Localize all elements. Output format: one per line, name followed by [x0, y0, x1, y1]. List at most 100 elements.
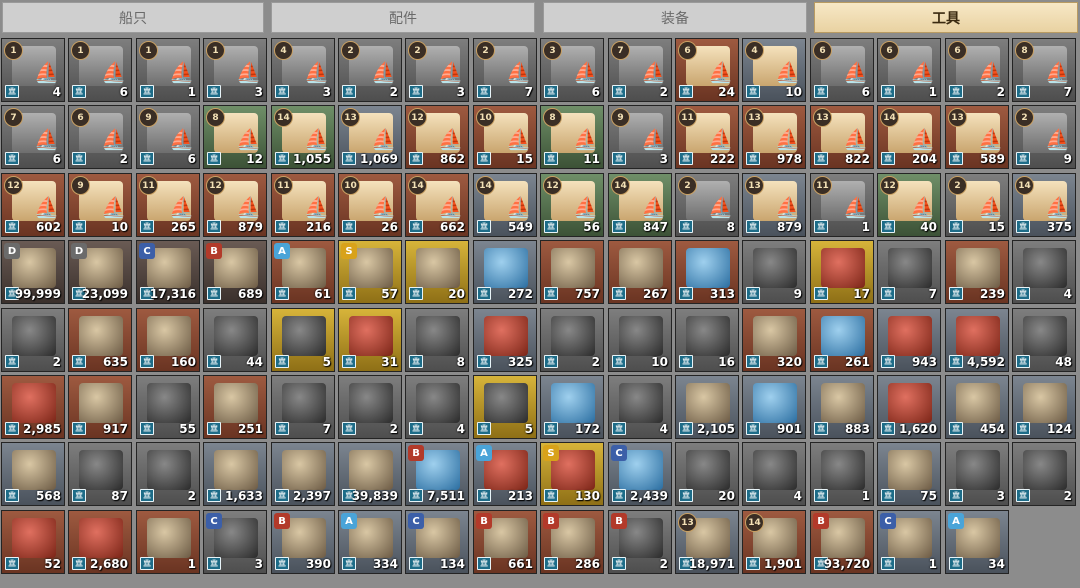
inventory-slot[interactable]: 🏛 267: [608, 240, 672, 304]
inventory-slot[interactable]: 🏛 1: [810, 442, 874, 506]
inventory-slot[interactable]: C 🏛 17,316: [136, 240, 200, 304]
inventory-slot[interactable]: 🏛 87: [68, 442, 132, 506]
inventory-slot[interactable]: B 🏛 286: [540, 510, 604, 574]
inventory-slot[interactable]: ⛵ 11 🏛 222: [675, 105, 739, 169]
tab-equipment[interactable]: 装备: [543, 2, 807, 33]
inventory-slot[interactable]: 🏛 5: [271, 308, 335, 372]
inventory-slot[interactable]: 🏛 325: [473, 308, 537, 372]
inventory-slot[interactable]: C 🏛 1: [877, 510, 941, 574]
inventory-slot[interactable]: ⛵ 7 🏛 6: [1, 105, 65, 169]
inventory-slot[interactable]: 🏛 1: [136, 510, 200, 574]
inventory-slot[interactable]: 🏛 10: [608, 308, 672, 372]
inventory-slot[interactable]: ⛵ 13 🏛 589: [945, 105, 1009, 169]
inventory-slot[interactable]: A 🏛 213: [473, 442, 537, 506]
inventory-slot[interactable]: B 🏛 661: [473, 510, 537, 574]
inventory-slot[interactable]: ⛵ 6 🏛 2: [68, 105, 132, 169]
inventory-slot[interactable]: ⛵ 2 🏛 3: [405, 38, 469, 102]
inventory-slot[interactable]: ⛵ 14 🏛 847: [608, 173, 672, 237]
inventory-slot[interactable]: ⛵ 10 🏛 15: [473, 105, 537, 169]
inventory-slot[interactable]: 🏛 52: [1, 510, 65, 574]
inventory-slot[interactable]: 🏛 2,105: [675, 375, 739, 439]
inventory-slot[interactable]: ⛵ 2 🏛 15: [945, 173, 1009, 237]
inventory-slot[interactable]: ⛵ 13 🏛 1,069: [338, 105, 402, 169]
inventory-slot[interactable]: ⛵ 11 🏛 216: [271, 173, 335, 237]
inventory-slot[interactable]: 🏛 3: [945, 442, 1009, 506]
inventory-slot[interactable]: 🏛 8: [405, 308, 469, 372]
inventory-slot[interactable]: 14 🏛 1,901: [742, 510, 806, 574]
inventory-slot[interactable]: C 🏛 3: [203, 510, 267, 574]
inventory-slot[interactable]: ⛵ 13 🏛 978: [742, 105, 806, 169]
inventory-slot[interactable]: ⛵ 6 🏛 24: [675, 38, 739, 102]
inventory-slot[interactable]: B 🏛 2: [608, 510, 672, 574]
inventory-slot[interactable]: 🏛 2: [338, 375, 402, 439]
inventory-slot[interactable]: 🏛 7: [877, 240, 941, 304]
inventory-slot[interactable]: 🏛 251: [203, 375, 267, 439]
inventory-slot[interactable]: 🏛 454: [945, 375, 1009, 439]
inventory-slot[interactable]: 🏛 44: [203, 308, 267, 372]
inventory-slot[interactable]: A 🏛 334: [338, 510, 402, 574]
inventory-slot[interactable]: 🏛 31: [338, 308, 402, 372]
inventory-slot[interactable]: ⛵ 3 🏛 6: [540, 38, 604, 102]
inventory-slot[interactable]: 🏛 160: [136, 308, 200, 372]
inventory-slot[interactable]: 🏛 2,985: [1, 375, 65, 439]
tab-tools[interactable]: 工具: [814, 2, 1078, 33]
inventory-slot[interactable]: 🏛 635: [68, 308, 132, 372]
inventory-slot[interactable]: 🏛 7: [271, 375, 335, 439]
inventory-slot[interactable]: ⛵ 12 🏛 862: [405, 105, 469, 169]
inventory-slot[interactable]: 🏛 2: [1, 308, 65, 372]
inventory-slot[interactable]: 🏛 757: [540, 240, 604, 304]
inventory-slot[interactable]: S 🏛 57: [338, 240, 402, 304]
inventory-slot[interactable]: 🏛 75: [877, 442, 941, 506]
inventory-slot[interactable]: ⛵ 9 🏛 10: [68, 173, 132, 237]
inventory-slot[interactable]: C 🏛 2,439: [608, 442, 672, 506]
inventory-slot[interactable]: 🏛 124: [1012, 375, 1076, 439]
inventory-slot[interactable]: 🏛 4: [405, 375, 469, 439]
inventory-slot[interactable]: ⛵ 11 🏛 265: [136, 173, 200, 237]
inventory-slot[interactable]: ⛵ 4 🏛 10: [742, 38, 806, 102]
inventory-slot[interactable]: 🏛 943: [877, 308, 941, 372]
inventory-slot[interactable]: ⛵ 8 🏛 11: [540, 105, 604, 169]
inventory-slot[interactable]: ⛵ 12 🏛 56: [540, 173, 604, 237]
inventory-slot[interactable]: 🏛 4: [742, 442, 806, 506]
inventory-slot[interactable]: ⛵ 2 🏛 7: [473, 38, 537, 102]
inventory-slot[interactable]: ⛵ 11 🏛 1: [810, 173, 874, 237]
inventory-slot[interactable]: ⛵ 12 🏛 40: [877, 173, 941, 237]
inventory-slot[interactable]: ⛵ 2 🏛 2: [338, 38, 402, 102]
inventory-slot[interactable]: ⛵ 14 🏛 549: [473, 173, 537, 237]
inventory-slot[interactable]: B 🏛 7,511: [405, 442, 469, 506]
tab-ships[interactable]: 船只: [2, 2, 264, 33]
inventory-slot[interactable]: 🏛 901: [742, 375, 806, 439]
inventory-slot[interactable]: 🏛 48: [1012, 308, 1076, 372]
inventory-slot[interactable]: ⛵ 2 🏛 8: [675, 173, 739, 237]
inventory-slot[interactable]: 🏛 261: [810, 308, 874, 372]
inventory-slot[interactable]: ⛵ 2 🏛 9: [1012, 105, 1076, 169]
inventory-slot[interactable]: D 🏛 99,999: [1, 240, 65, 304]
inventory-slot[interactable]: 🏛 313: [675, 240, 739, 304]
inventory-slot[interactable]: 🏛 2: [1012, 442, 1076, 506]
inventory-slot[interactable]: S 🏛 130: [540, 442, 604, 506]
tab-parts[interactable]: 配件: [271, 2, 535, 33]
inventory-slot[interactable]: 🏛 917: [68, 375, 132, 439]
inventory-slot[interactable]: ⛵ 7 🏛 2: [608, 38, 672, 102]
inventory-slot[interactable]: ⛵ 6 🏛 6: [810, 38, 874, 102]
inventory-slot[interactable]: 🏛 16: [675, 308, 739, 372]
inventory-slot[interactable]: 🏛 4,592: [945, 308, 1009, 372]
inventory-slot[interactable]: 🏛 2: [540, 308, 604, 372]
inventory-slot[interactable]: 🏛 272: [473, 240, 537, 304]
inventory-slot[interactable]: 🏛 2,680: [68, 510, 132, 574]
inventory-slot[interactable]: 🏛 320: [742, 308, 806, 372]
inventory-slot[interactable]: ⛵ 14 🏛 662: [405, 173, 469, 237]
inventory-slot[interactable]: ⛵ 1 🏛 4: [1, 38, 65, 102]
inventory-slot[interactable]: 🏛 172: [540, 375, 604, 439]
inventory-slot[interactable]: 13 🏛 18,971: [675, 510, 739, 574]
inventory-slot[interactable]: ⛵ 9 🏛 3: [608, 105, 672, 169]
inventory-slot[interactable]: ⛵ 12 🏛 602: [1, 173, 65, 237]
inventory-slot[interactable]: A 🏛 34: [945, 510, 1009, 574]
inventory-slot[interactable]: ⛵ 8 🏛 12: [203, 105, 267, 169]
inventory-slot[interactable]: ⛵ 10 🏛 26: [338, 173, 402, 237]
inventory-slot[interactable]: ⛵ 6 🏛 2: [945, 38, 1009, 102]
inventory-slot[interactable]: 🏛 239: [945, 240, 1009, 304]
inventory-slot[interactable]: D 🏛 23,099: [68, 240, 132, 304]
inventory-slot[interactable]: ⛵ 14 🏛 204: [877, 105, 941, 169]
inventory-slot[interactable]: ⛵ 9 🏛 6: [136, 105, 200, 169]
